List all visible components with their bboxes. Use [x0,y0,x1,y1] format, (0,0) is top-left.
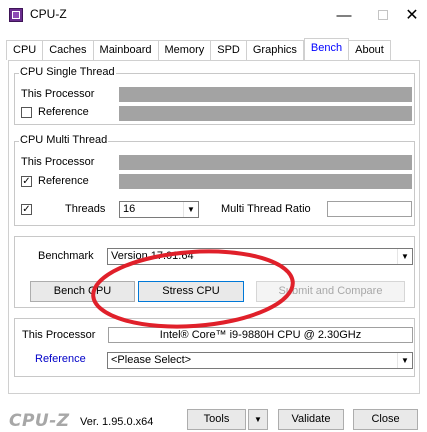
version-label: Ver. 1.95.0.x64 [80,416,154,428]
benchmark-version-select[interactable]: Version 17.01.64 ▼ [107,248,413,265]
threads-checkbox[interactable]: ✓ [21,204,32,215]
window-title: CPU-Z [30,7,67,21]
close-button[interactable]: Close [353,409,418,430]
threads-select[interactable]: 16 ▼ [119,201,199,218]
cpuz-app-icon [9,8,23,22]
single-reference-checkbox[interactable] [21,107,32,118]
processor-this-processor-label: This Processor [22,329,96,341]
processor-reference-select[interactable]: <Please Select> ▼ [107,352,413,369]
submit-and-compare-button[interactable]: Submit and Compare [256,281,405,302]
chevron-down-icon: ▼ [254,415,262,424]
single-this-processor-label: This Processor [21,88,95,100]
single-this-processor-bar [119,87,412,102]
processor-name-field: Intel® Core™ i9-9880H CPU @ 2.30GHz [108,327,413,343]
processor-reference-value: <Please Select> [111,354,192,366]
bench-cpu-button[interactable]: Bench CPU [30,281,135,302]
single-thread-title: CPU Single Thread [19,66,116,78]
single-reference-label: Reference [38,106,89,118]
multi-thread-title: CPU Multi Thread [19,134,109,146]
chevron-down-icon: ▼ [183,202,198,217]
multi-reference-label: Reference [38,175,89,187]
title-bar[interactable]: CPU-Z — ✕ [0,0,427,30]
tab-mainboard[interactable]: Mainboard [93,40,159,60]
benchmark-label: Benchmark [38,250,94,262]
tools-dropdown-button[interactable]: ▼ [248,409,268,430]
tab-about[interactable]: About [349,40,391,60]
validate-button[interactable]: Validate [278,409,344,430]
cpuz-window: CPU-Z — ✕ CPU Caches Mainboard Memory SP… [0,0,427,432]
tools-button[interactable]: Tools [187,409,246,430]
tab-caches[interactable]: Caches [43,40,94,60]
tab-bench[interactable]: Bench [303,38,350,60]
multi-this-processor-label: This Processor [21,156,95,168]
tab-spd[interactable]: SPD [211,40,247,60]
stress-cpu-button[interactable]: Stress CPU [138,281,244,302]
minimize-icon: — [336,6,352,24]
chevron-down-icon: ▼ [397,249,412,264]
multi-reference-checkbox[interactable]: ✓ [21,176,32,187]
benchmark-version-value: Version 17.01.64 [111,250,194,262]
tab-graphics[interactable]: Graphics [246,40,304,60]
close-window-button[interactable]: ✕ [397,4,427,26]
tab-bar: CPU Caches Mainboard Memory SPD Graphics… [6,38,391,60]
maximize-icon [378,10,388,20]
multi-thread-ratio-label: Multi Thread Ratio [221,203,311,215]
close-icon: ✕ [405,7,419,24]
maximize-button[interactable] [368,4,398,26]
tab-memory[interactable]: Memory [158,40,212,60]
single-reference-bar [119,106,412,121]
multi-this-processor-bar [119,155,412,170]
threads-label: Threads [65,203,106,215]
processor-reference-label: Reference [35,353,86,365]
multi-thread-ratio-field [327,201,412,217]
chevron-down-icon: ▼ [397,353,412,368]
tab-cpu[interactable]: CPU [6,40,44,60]
threads-value: 16 [123,203,136,215]
minimize-button[interactable]: — [329,4,359,26]
multi-reference-bar [119,174,412,189]
cpuz-logo: CPU-Z [9,411,70,431]
